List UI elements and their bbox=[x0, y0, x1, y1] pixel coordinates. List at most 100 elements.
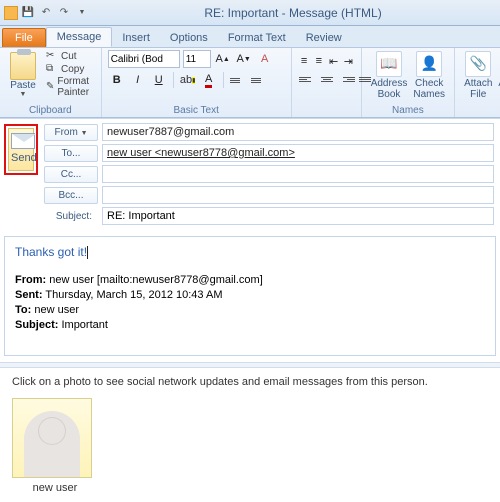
brush-icon: ✎ bbox=[46, 81, 54, 93]
tab-format-text[interactable]: Format Text bbox=[218, 29, 296, 47]
envelope-icon bbox=[11, 133, 35, 149]
italic-button[interactable]: I bbox=[129, 71, 147, 89]
cc-field[interactable] bbox=[102, 165, 494, 183]
group-basic-text: A▲ A▼ A B I U ab▮ A Basic Text bbox=[102, 48, 292, 117]
quoted-subject-value: Important bbox=[61, 319, 107, 331]
underline-button[interactable]: U bbox=[150, 71, 168, 89]
quoted-sent-value: Thursday, March 15, 2012 10:43 AM bbox=[45, 289, 222, 301]
copy-label: Copy bbox=[61, 64, 84, 75]
save-icon[interactable]: 💾 bbox=[20, 5, 36, 21]
paperclip-icon: 📎 bbox=[465, 51, 491, 77]
group-clipboard: Paste ▼ ✂Cut ⧉Copy ✎Format Painter Clipb… bbox=[0, 48, 102, 117]
numbering-2-button[interactable]: ≡ bbox=[312, 52, 325, 70]
person-silhouette-icon bbox=[24, 411, 80, 477]
people-pane: Click on a photo to see social network u… bbox=[0, 368, 500, 502]
from-value: newuser7887@gmail.com bbox=[107, 126, 234, 138]
paste-button[interactable]: Paste ▼ bbox=[6, 50, 40, 100]
bullets-button[interactable] bbox=[229, 71, 247, 89]
quoted-to-value: new user bbox=[34, 304, 79, 316]
font-color-button[interactable]: A bbox=[200, 71, 218, 89]
clipboard-group-label: Clipboard bbox=[6, 105, 95, 117]
typed-text: Thanks got it! bbox=[15, 245, 87, 259]
send-button[interactable]: Send bbox=[8, 128, 34, 171]
check-names-label: Check Names bbox=[413, 78, 445, 100]
from-button[interactable]: From ▼ bbox=[44, 124, 98, 141]
attach-file-button[interactable]: 📎 Attach File bbox=[461, 50, 495, 101]
numbering-button[interactable] bbox=[250, 71, 268, 89]
bullets-2-button[interactable]: ≡ bbox=[298, 52, 311, 70]
outdent-button[interactable]: ⇤ bbox=[327, 52, 340, 70]
to-field[interactable]: new user <newuser8778@gmail.com> bbox=[102, 144, 494, 162]
address-book-icon: 📖 bbox=[376, 51, 402, 77]
ribbon: Paste ▼ ✂Cut ⧉Copy ✎Format Painter Clipb… bbox=[0, 48, 500, 118]
cut-button[interactable]: ✂Cut bbox=[44, 50, 95, 62]
outlook-icon[interactable] bbox=[4, 6, 18, 20]
file-tab[interactable]: File bbox=[2, 28, 46, 47]
to-button[interactable]: To... bbox=[44, 145, 98, 162]
avatar bbox=[12, 398, 92, 478]
group-names: 📖 Address Book 👤 Check Names Names bbox=[362, 48, 455, 117]
attach-file-label: Attach File bbox=[464, 78, 492, 100]
cut-label: Cut bbox=[61, 51, 77, 62]
shrink-font-button[interactable]: A▼ bbox=[235, 50, 253, 68]
subject-field[interactable] bbox=[102, 207, 494, 225]
subject-label: Subject: bbox=[44, 209, 98, 224]
basic-text-group-label: Basic Text bbox=[108, 105, 285, 117]
compose-header: Send From ▼ newuser7887@gmail.com To... … bbox=[0, 118, 500, 232]
contact-card[interactable]: new user bbox=[12, 398, 98, 494]
indent-button[interactable]: ⇥ bbox=[342, 52, 355, 70]
quoted-from-value: new user [mailto:newuser8778@gmail.com] bbox=[49, 274, 263, 286]
tab-message[interactable]: Message bbox=[46, 27, 113, 47]
send-label: Send bbox=[11, 152, 31, 164]
format-painter-button[interactable]: ✎Format Painter bbox=[44, 76, 95, 98]
check-names-button[interactable]: 👤 Check Names bbox=[410, 50, 448, 101]
include-group-label: Include bbox=[461, 105, 500, 117]
paste-label: Paste bbox=[10, 80, 36, 91]
quoted-from-label: From: bbox=[15, 274, 46, 286]
send-button-highlight: Send bbox=[4, 124, 38, 175]
font-size-select[interactable] bbox=[183, 50, 211, 68]
names-group-label: Names bbox=[368, 105, 448, 117]
contact-name: new user bbox=[12, 482, 98, 494]
bcc-field[interactable] bbox=[102, 186, 494, 204]
tab-insert[interactable]: Insert bbox=[112, 29, 160, 47]
numbering-icon bbox=[251, 73, 267, 87]
chevron-down-icon: ▼ bbox=[20, 91, 27, 98]
cc-button[interactable]: Cc... bbox=[44, 166, 98, 183]
align-right-button[interactable] bbox=[338, 70, 356, 88]
group-paragraph: ≡ ≡ ⇤ ⇥ bbox=[292, 48, 362, 117]
undo-icon[interactable]: ↶ bbox=[38, 5, 54, 21]
scissors-icon: ✂ bbox=[46, 50, 58, 62]
quick-access-toolbar: 💾 ↶ ↷ ▼ bbox=[4, 5, 90, 21]
address-book-label: Address Book bbox=[371, 78, 408, 100]
redo-icon[interactable]: ↷ bbox=[56, 5, 72, 21]
tab-options[interactable]: Options bbox=[160, 29, 218, 47]
tab-review[interactable]: Review bbox=[296, 29, 352, 47]
group-include: 📎 Attach File 📋 Attach Item ✒ Signatu In… bbox=[455, 48, 500, 117]
bcc-button[interactable]: Bcc... bbox=[44, 187, 98, 204]
align-center-button[interactable] bbox=[318, 70, 336, 88]
align-left-button[interactable] bbox=[298, 70, 316, 88]
grow-font-button[interactable]: A▲ bbox=[214, 50, 232, 68]
text-cursor bbox=[87, 246, 88, 259]
copy-button[interactable]: ⧉Copy bbox=[44, 63, 95, 75]
to-value: new user <newuser8778@gmail.com> bbox=[107, 147, 295, 159]
qat-customize-icon[interactable]: ▼ bbox=[74, 5, 90, 21]
highlight-button[interactable]: ab▮ bbox=[179, 71, 197, 89]
format-painter-label: Format Painter bbox=[57, 76, 92, 98]
font-name-select[interactable] bbox=[108, 50, 180, 68]
message-body[interactable]: Thanks got it! From: new user [mailto:ne… bbox=[4, 236, 496, 356]
quoted-to-label: To: bbox=[15, 304, 31, 316]
clear-format-button[interactable]: A bbox=[256, 50, 274, 68]
from-field[interactable]: newuser7887@gmail.com bbox=[102, 123, 494, 141]
title-bar: 💾 ↶ ↷ ▼ RE: Important - Message (HTML) bbox=[0, 0, 500, 26]
attach-item-button[interactable]: 📋 Attach Item bbox=[495, 50, 500, 101]
ribbon-tabs: File Message Insert Options Format Text … bbox=[0, 26, 500, 48]
paste-icon bbox=[10, 52, 36, 80]
address-book-button[interactable]: 📖 Address Book bbox=[368, 50, 411, 101]
copy-icon: ⧉ bbox=[46, 63, 58, 75]
bold-button[interactable]: B bbox=[108, 71, 126, 89]
bullets-icon bbox=[230, 73, 246, 87]
quoted-header: From: new user [mailto:newuser8778@gmail… bbox=[15, 273, 485, 332]
quoted-sent-label: Sent: bbox=[15, 289, 43, 301]
